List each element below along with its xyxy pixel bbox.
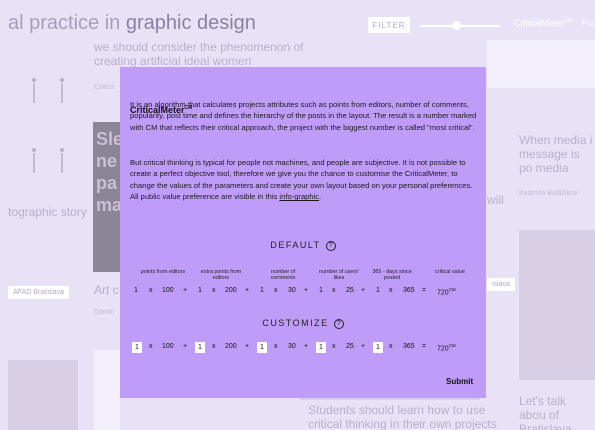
location-tag[interactable]: islava [487, 278, 515, 291]
operator: + [245, 287, 250, 294]
default-heading: DEFAULT? [120, 240, 486, 251]
customize-value-comments: 30 [288, 343, 296, 350]
post-snippet-media[interactable]: When media i message is po media [519, 133, 595, 175]
operator: + [304, 287, 309, 294]
customize-formula: 1 x 100 + 1 x 200 + 1 x 30 + 1 x 25 + 1 … [132, 342, 482, 355]
operator: + [361, 287, 366, 294]
default-result: 720CM [437, 287, 456, 297]
customize-value-extra: 200 [225, 343, 237, 350]
column-label: points from editors [140, 269, 186, 275]
location-tag[interactable]: AFAD Bratislava [8, 286, 69, 299]
column-label: 365 - days since posted [372, 269, 412, 281]
operator: + [183, 343, 188, 350]
submit-button[interactable]: Submit [446, 377, 473, 386]
operator: = [422, 287, 427, 294]
post-card-text: Sle ne pa ma [96, 129, 122, 215]
default-value-days: 365 [403, 287, 415, 294]
operator: x [389, 287, 393, 294]
column-label: critical value [435, 269, 465, 275]
customize-weight-comments-input[interactable]: 1 [257, 342, 267, 353]
page-title: al practice in graphic design [8, 12, 256, 34]
operator: x [149, 343, 153, 350]
filter-slider-handle[interactable] [452, 21, 461, 30]
customize-value-likes: 25 [346, 343, 354, 350]
default-weight-editors: 1 [134, 287, 138, 294]
column-label: number of comments [270, 269, 296, 281]
operator: x [332, 343, 336, 350]
post-author: Katarína Balážikov [519, 190, 578, 197]
default-value-extra: 200 [225, 287, 237, 294]
post-snippet-top[interactable]: we should consider the phenomenon of cre… [94, 40, 334, 68]
default-weight-likes: 1 [319, 287, 323, 294]
filter-button[interactable]: FILTER [368, 17, 410, 33]
figure-illustration [58, 78, 66, 104]
modal-description: It is an algorithm that calculates proje… [130, 100, 477, 132]
criticalmeter-modal: CriticalMeterCM It is an algorithm that … [120, 67, 486, 398]
default-value-comments: 30 [288, 287, 296, 294]
operator: + [361, 343, 366, 350]
operator: = [422, 343, 427, 350]
operator: x [332, 287, 336, 294]
customize-weight-extra-input[interactable]: 1 [195, 342, 205, 353]
post-snippet-fragment: will [487, 193, 504, 207]
operator: x [389, 343, 393, 350]
column-label: extra points from editors [200, 269, 242, 281]
customize-heading: CUSTOMIZE? [120, 318, 486, 329]
operator: x [274, 343, 278, 350]
modal-explanation: But critical thinking is typical for peo… [130, 158, 473, 202]
help-icon[interactable]: ? [333, 319, 344, 329]
customize-result: 720CM [437, 343, 456, 353]
post-thumbnail[interactable] [94, 350, 120, 430]
operator: x [212, 287, 216, 294]
help-icon[interactable]: ? [325, 241, 336, 251]
post-snippet-left[interactable]: tographic story [8, 205, 88, 219]
operator: + [304, 343, 309, 350]
post-snippet-bratislava[interactable]: Let's talk abou of Bratislava [519, 394, 595, 430]
operator: + [245, 343, 250, 350]
figure-illustration [30, 78, 38, 104]
post-thumbnail[interactable] [487, 40, 595, 88]
default-value-editors: 100 [162, 287, 174, 294]
default-weight-comments: 1 [260, 287, 264, 294]
operator: + [183, 287, 188, 294]
criticalmeter-link[interactable]: CriticalMeterCM [514, 18, 572, 28]
operator: x [149, 287, 153, 294]
customize-weight-editors-input[interactable]: 1 [132, 342, 142, 353]
info-graphic-link[interactable]: info-graphic [279, 192, 319, 201]
post-category: Critica [94, 84, 114, 91]
default-weight-extra: 1 [198, 287, 202, 294]
default-formula: 1 x 100 + 1 x 200 + 1 x 30 + 1 x 25 + 1 … [132, 287, 482, 299]
post-thumbnail[interactable] [519, 230, 595, 380]
post-snippet-students[interactable]: Students should learn how to use critica… [308, 403, 508, 430]
customize-weight-likes-input[interactable]: 1 [316, 342, 326, 353]
customize-value-days: 365 [403, 343, 415, 350]
post-thumbnail[interactable] [8, 360, 78, 430]
nav-link-pu[interactable]: Pu [582, 18, 593, 28]
post-snippet-art[interactable]: Art c [94, 283, 119, 297]
customize-weight-days-input[interactable]: 1 [373, 342, 383, 353]
column-label: number of users' likes [319, 269, 359, 281]
default-weight-days: 1 [376, 287, 380, 294]
customize-value-editors: 100 [162, 343, 174, 350]
operator: x [274, 287, 278, 294]
operator: x [212, 343, 216, 350]
figure-illustration [30, 148, 38, 174]
figure-illustration [58, 148, 66, 174]
post-author: Domin [94, 309, 115, 316]
default-value-likes: 25 [346, 287, 354, 294]
